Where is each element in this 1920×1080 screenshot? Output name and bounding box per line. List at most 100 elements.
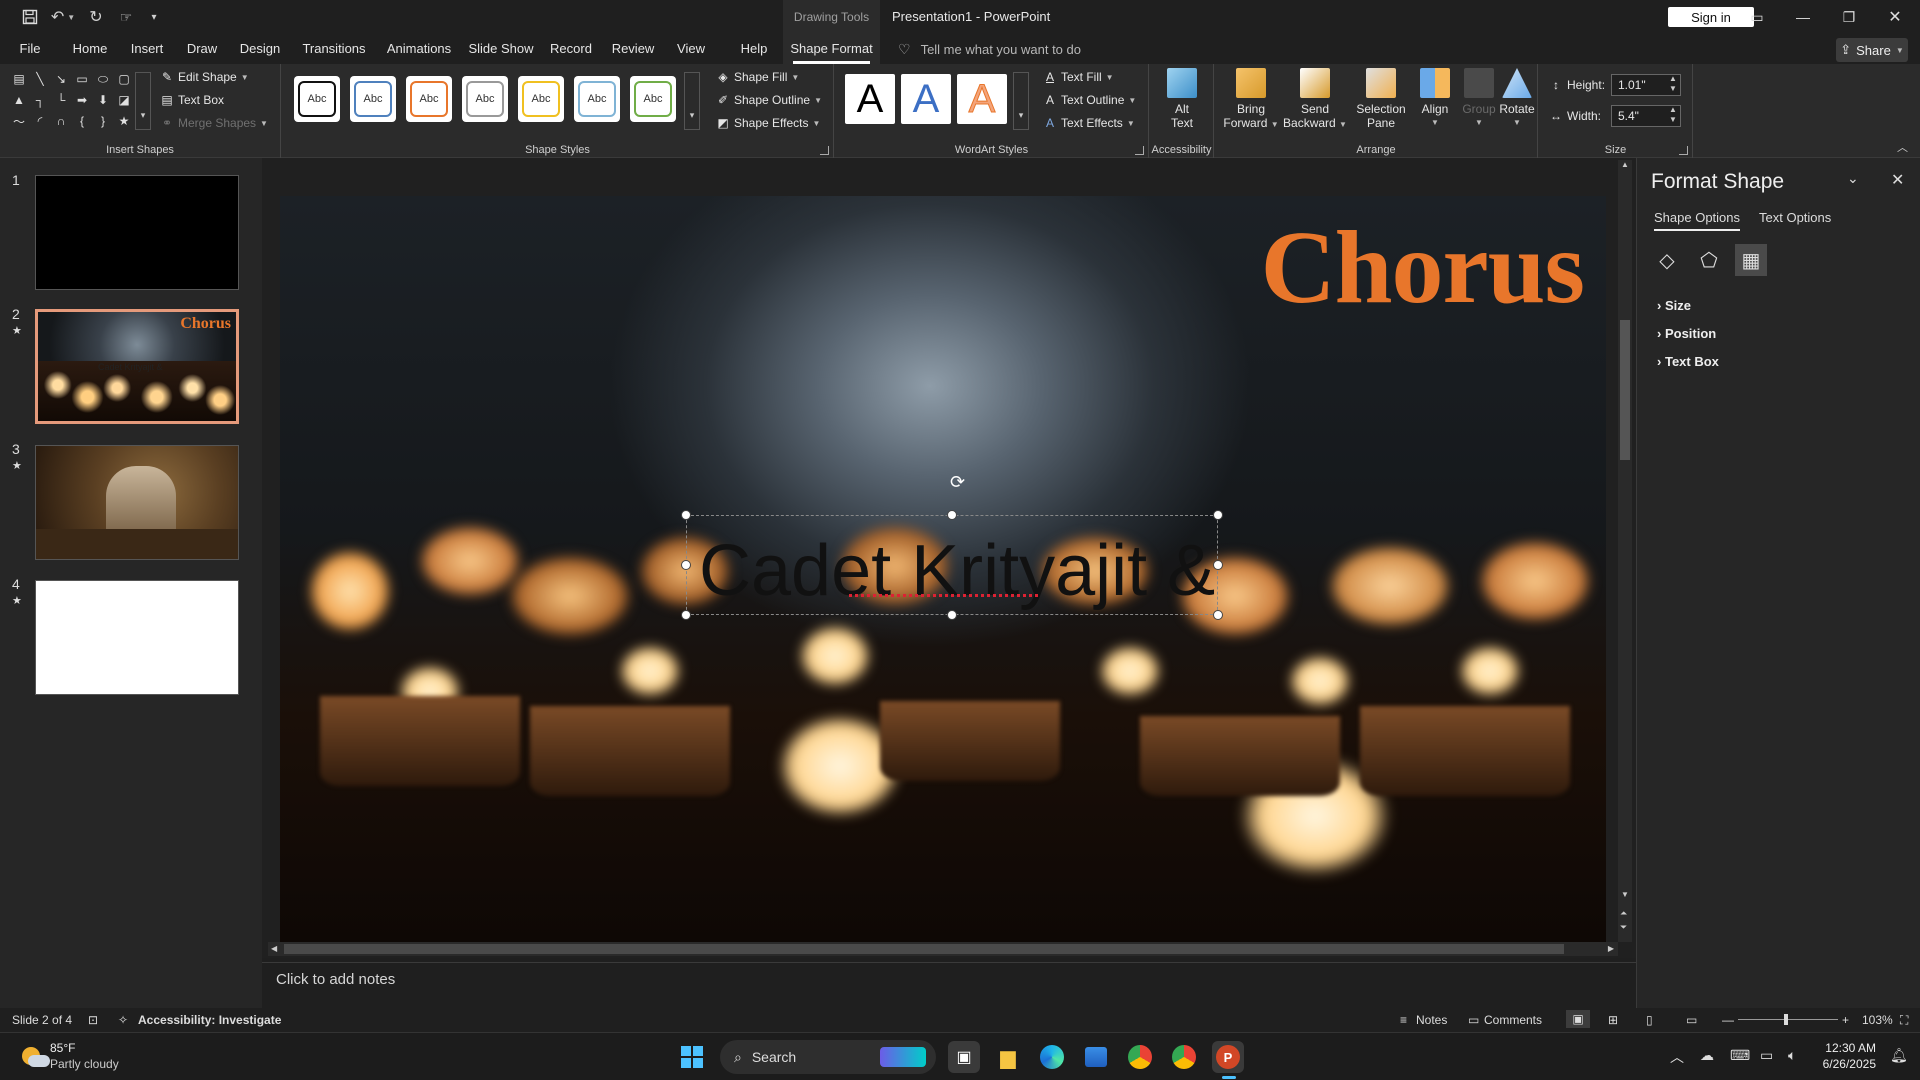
tab-help[interactable]: Help — [722, 34, 786, 64]
wordart-more[interactable]: ▾ — [1013, 72, 1029, 130]
slide-sorter-icon[interactable]: ⊞ — [1608, 1013, 1618, 1027]
flowchart-shape-icon[interactable]: ◪ — [115, 91, 133, 109]
notes-placeholder[interactable]: Click to add notes — [276, 971, 395, 988]
rotate-button[interactable]: Rotate ▼ — [1495, 68, 1539, 130]
send-backward-button[interactable]: Send Backward ▼ — [1283, 68, 1347, 132]
minimize-icon[interactable]: — — [1780, 0, 1826, 34]
resize-handle-top-right[interactable] — [1213, 510, 1223, 520]
slide-thumbnail-3[interactable] — [35, 445, 239, 560]
resize-handle-top[interactable] — [947, 510, 957, 520]
onedrive-icon[interactable]: ☁ — [1700, 1047, 1714, 1064]
textbox-shape-icon[interactable]: ▤ — [10, 70, 28, 88]
pane-options-chevron-icon[interactable]: ⌄ — [1847, 170, 1859, 187]
shape-outline-button[interactable]: ✐ Shape Outline ▼ — [716, 93, 822, 107]
resize-handle-bottom-left[interactable] — [681, 610, 691, 620]
powerpoint-icon[interactable]: P — [1212, 1041, 1244, 1073]
zoom-slider[interactable] — [1738, 1014, 1838, 1025]
resize-handle-bottom[interactable] — [947, 610, 957, 620]
microsoft-store-icon[interactable] — [1080, 1041, 1112, 1073]
fit-to-window-icon[interactable]: ⛶ — [1900, 1013, 1908, 1028]
text-fill-button[interactable]: A Text Fill ▼ — [1043, 70, 1114, 84]
resize-handle-left[interactable] — [681, 560, 691, 570]
task-view-icon[interactable]: ▣ — [948, 1041, 980, 1073]
ribbon-display-icon[interactable]: ▭ — [1734, 0, 1780, 34]
wordart-launcher-icon[interactable] — [1135, 146, 1144, 155]
group-button[interactable]: Group ▼ — [1459, 68, 1499, 130]
tab-review[interactable]: Review — [606, 34, 660, 64]
volume-icon[interactable]: 🔈︎ — [1788, 1047, 1796, 1064]
width-spinner[interactable]: ▲ ▼ — [1669, 105, 1677, 125]
zoom-slider-thumb[interactable] — [1784, 1014, 1788, 1025]
section-size[interactable]: › Size — [1657, 298, 1691, 313]
chrome-icon[interactable] — [1124, 1041, 1156, 1073]
weather-temperature[interactable]: 85°F — [50, 1041, 75, 1055]
tab-design[interactable]: Design — [234, 34, 286, 64]
shape-style-7[interactable]: Abc — [630, 76, 676, 122]
edge-icon[interactable] — [1036, 1041, 1068, 1073]
horizontal-scrollbar[interactable]: ◀ ▶ — [268, 942, 1618, 956]
selection-pane-button[interactable]: Selection Pane — [1351, 68, 1411, 130]
text-box-content[interactable]: Cadet Krityajit & — [699, 530, 1215, 612]
align-button[interactable]: Align ▼ — [1413, 68, 1457, 130]
vertical-scroll-thumb[interactable] — [1620, 320, 1630, 460]
customize-qat-icon[interactable]: ▾ — [146, 5, 162, 29]
save-icon[interactable] — [18, 5, 42, 29]
wordart-style-black[interactable]: A — [845, 74, 895, 124]
resize-handle-bottom-right[interactable] — [1213, 610, 1223, 620]
notes-button[interactable]: Notes — [1416, 1013, 1447, 1027]
right-arrow-shape-icon[interactable]: ➡ — [73, 91, 91, 109]
resize-handle-top-left[interactable] — [681, 510, 691, 520]
weather-description[interactable]: Partly cloudy — [50, 1057, 119, 1071]
star-shape-icon[interactable]: ★ — [115, 112, 133, 130]
line-shape-icon[interactable]: ╲ — [31, 70, 49, 88]
merge-shapes-button[interactable]: ⚭ Merge Shapes ▼ — [160, 116, 268, 130]
tab-text-options[interactable]: Text Options — [1759, 210, 1831, 225]
rounded-rect-shape-icon[interactable]: ▢ — [115, 70, 133, 88]
brace-right-shape-icon[interactable]: } — [94, 112, 112, 130]
arc-shape-icon[interactable]: ◜ — [31, 112, 49, 130]
tab-transitions[interactable]: Transitions — [296, 34, 372, 64]
normal-view-icon[interactable]: ▣ — [1566, 1010, 1590, 1028]
tab-shape-format[interactable]: Shape Format — [783, 34, 880, 64]
redo-icon[interactable]: ↻ — [84, 5, 108, 29]
shapes-gallery-more[interactable]: ▾ — [135, 72, 151, 130]
accessibility-status[interactable]: Accessibility: Investigate — [138, 1013, 281, 1027]
file-explorer-icon[interactable]: ▆ — [992, 1041, 1024, 1073]
size-properties-icon[interactable]: ▦ — [1735, 244, 1767, 276]
restore-icon[interactable]: ❐ — [1826, 0, 1872, 34]
section-position[interactable]: › Position — [1657, 326, 1716, 341]
tab-draw[interactable]: Draw — [180, 34, 224, 64]
rotate-handle-icon[interactable]: ⟳ — [950, 472, 965, 493]
next-slide-icon[interactable]: ⏷ — [1620, 922, 1627, 933]
tab-animations[interactable]: Animations — [382, 34, 456, 64]
slideshow-view-icon[interactable]: ▭ — [1686, 1013, 1697, 1027]
clock-time[interactable]: 12:30 AM — [1820, 1041, 1876, 1055]
arrow-line-shape-icon[interactable]: ↘ — [52, 70, 70, 88]
reading-view-icon[interactable]: ▯ — [1646, 1013, 1653, 1027]
edit-shape-button[interactable]: ✎ Edit Shape ▼ — [160, 70, 249, 84]
bring-forward-button[interactable]: Bring Forward ▼ — [1223, 68, 1279, 132]
shape-style-4[interactable]: Abc — [462, 76, 508, 122]
section-text-box[interactable]: › Text Box — [1657, 354, 1719, 369]
selected-text-box[interactable]: Cadet Krityajit & — [686, 515, 1218, 615]
triangle-shape-icon[interactable]: ▲ — [10, 91, 28, 109]
slide-counter[interactable]: Slide 2 of 4 — [12, 1013, 72, 1027]
undo-icon[interactable]: ↶ ▼ — [48, 5, 78, 29]
text-box-button[interactable]: ▤ Text Box — [160, 93, 224, 107]
shape-style-6[interactable]: Abc — [574, 76, 620, 122]
shape-style-3[interactable]: Abc — [406, 76, 452, 122]
taskbar-search[interactable]: ⌕ Search — [720, 1040, 936, 1074]
collapse-ribbon-icon[interactable]: ︿ — [1897, 139, 1908, 155]
shape-style-5[interactable]: Abc — [518, 76, 564, 122]
shape-styles-launcher-icon[interactable] — [820, 146, 829, 155]
tray-overflow-icon[interactable]: ︿ — [1670, 1047, 1684, 1067]
shapes-gallery[interactable]: ▤ ╲ ↘ ▭ ⬭ ▢ ▲ ┐ └ ➡ ⬇ ◪ 〜 ◜ ∩ { } ★ — [10, 70, 138, 138]
shape-style-2[interactable]: Abc — [350, 76, 396, 122]
zoom-in-icon[interactable]: + — [1842, 1013, 1849, 1027]
windows-start-icon[interactable] — [676, 1041, 708, 1073]
network-icon[interactable]: ▭ — [1760, 1047, 1773, 1064]
brace-left-shape-icon[interactable]: { — [73, 112, 91, 130]
elbow-shape-icon[interactable]: └ — [52, 91, 70, 109]
connector-shape-icon[interactable]: ┐ — [31, 91, 49, 109]
curve-shape-icon[interactable]: ∩ — [52, 112, 70, 130]
